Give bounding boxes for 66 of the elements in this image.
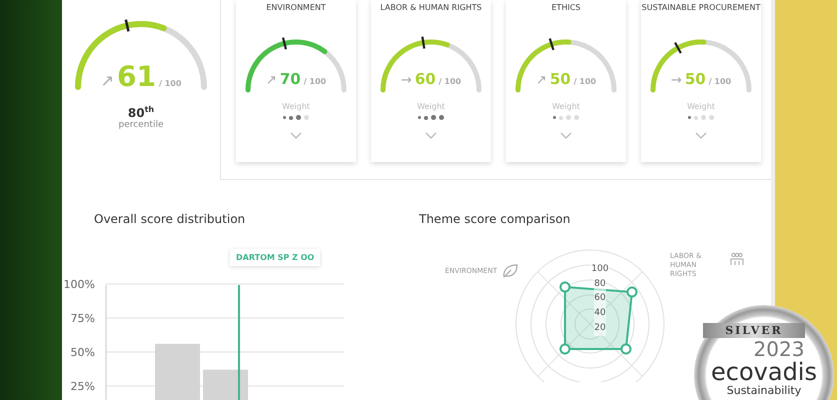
weight-dot bbox=[418, 116, 422, 120]
medal-year: 2023 bbox=[754, 338, 804, 360]
weight-dot bbox=[282, 116, 286, 120]
axis-label: 20 bbox=[594, 320, 606, 336]
axis-label: 50% bbox=[70, 346, 95, 359]
data-point bbox=[620, 344, 632, 354]
axis-label: 60 bbox=[594, 291, 606, 306]
theme-score: 50 bbox=[550, 70, 571, 88]
weight-label: Weight bbox=[687, 102, 715, 111]
data-point bbox=[560, 344, 570, 354]
overall-score: 61 bbox=[117, 60, 156, 93]
data-point bbox=[626, 286, 638, 298]
weight-dot bbox=[688, 116, 692, 120]
trend-arrow: ↗ bbox=[100, 71, 114, 90]
theme-title: LABOR & HUMAN RIGHTS bbox=[380, 2, 482, 14]
distribution-bar bbox=[203, 370, 248, 400]
theme-score: 50 bbox=[684, 70, 706, 88]
trend-arrow: → bbox=[670, 73, 682, 88]
distribution-bar bbox=[155, 344, 200, 400]
theme-title: ENVIRONMENT bbox=[266, 2, 326, 14]
weight-dot bbox=[304, 115, 310, 120]
axis-label: 75% bbox=[70, 312, 95, 325]
people-icon bbox=[730, 252, 744, 266]
company-label: DARTOM SP Z OO bbox=[230, 249, 320, 266]
weight-dot bbox=[694, 116, 698, 120]
weight-label: Weight bbox=[552, 102, 580, 111]
score-max: / 100 bbox=[708, 77, 732, 86]
weight-dot bbox=[709, 115, 714, 120]
medal-ribbon: SILVER bbox=[703, 323, 805, 338]
axis-label: 25% bbox=[70, 380, 95, 393]
data-point bbox=[560, 282, 570, 292]
score-max: / 100 bbox=[438, 77, 462, 86]
percentile-label: percentile bbox=[118, 120, 164, 130]
axis-label: 40 bbox=[594, 306, 606, 321]
trend-arrow: → bbox=[400, 73, 412, 88]
weight-dot bbox=[424, 116, 428, 120]
score-area bbox=[564, 286, 634, 350]
weight-dot bbox=[439, 115, 444, 120]
leaf-icon bbox=[502, 264, 518, 278]
percentile-rank: 80$^{th}$ bbox=[128, 105, 154, 120]
weight-dot bbox=[552, 116, 556, 120]
score-max: / 100 bbox=[574, 77, 596, 86]
medal-brand: ecovadis bbox=[711, 360, 817, 384]
chart-title: Theme score comparison bbox=[419, 212, 572, 226]
weight-dot bbox=[296, 115, 302, 120]
theme-title: SUSTAINABLE PROCUREMENT bbox=[642, 2, 760, 14]
axis-label: 80 bbox=[594, 276, 606, 292]
weight-dot bbox=[566, 115, 572, 120]
chevron-down-icon[interactable] bbox=[290, 132, 302, 140]
score-max: / 100 bbox=[158, 79, 182, 88]
chevron-down-icon[interactable] bbox=[560, 132, 572, 140]
weight-dot bbox=[574, 115, 580, 120]
weight-dot bbox=[431, 115, 436, 120]
trend-arrow: ↗ bbox=[536, 73, 547, 88]
weight-dot bbox=[701, 115, 706, 120]
chevron-down-icon[interactable] bbox=[425, 132, 437, 140]
weight-dot bbox=[559, 116, 564, 120]
weight-label: Weight bbox=[282, 102, 310, 111]
weight-dot bbox=[289, 116, 294, 120]
theme-title: ETHICS bbox=[552, 2, 580, 14]
weight-label: Weight bbox=[417, 102, 445, 111]
medal-subtitle: Sustainability bbox=[726, 384, 802, 397]
axis-label: 100% bbox=[64, 278, 95, 291]
chevron-down-icon[interactable] bbox=[695, 132, 707, 140]
theme-score: 60 bbox=[414, 70, 436, 88]
chart-title: Overall score distribution bbox=[94, 212, 246, 226]
